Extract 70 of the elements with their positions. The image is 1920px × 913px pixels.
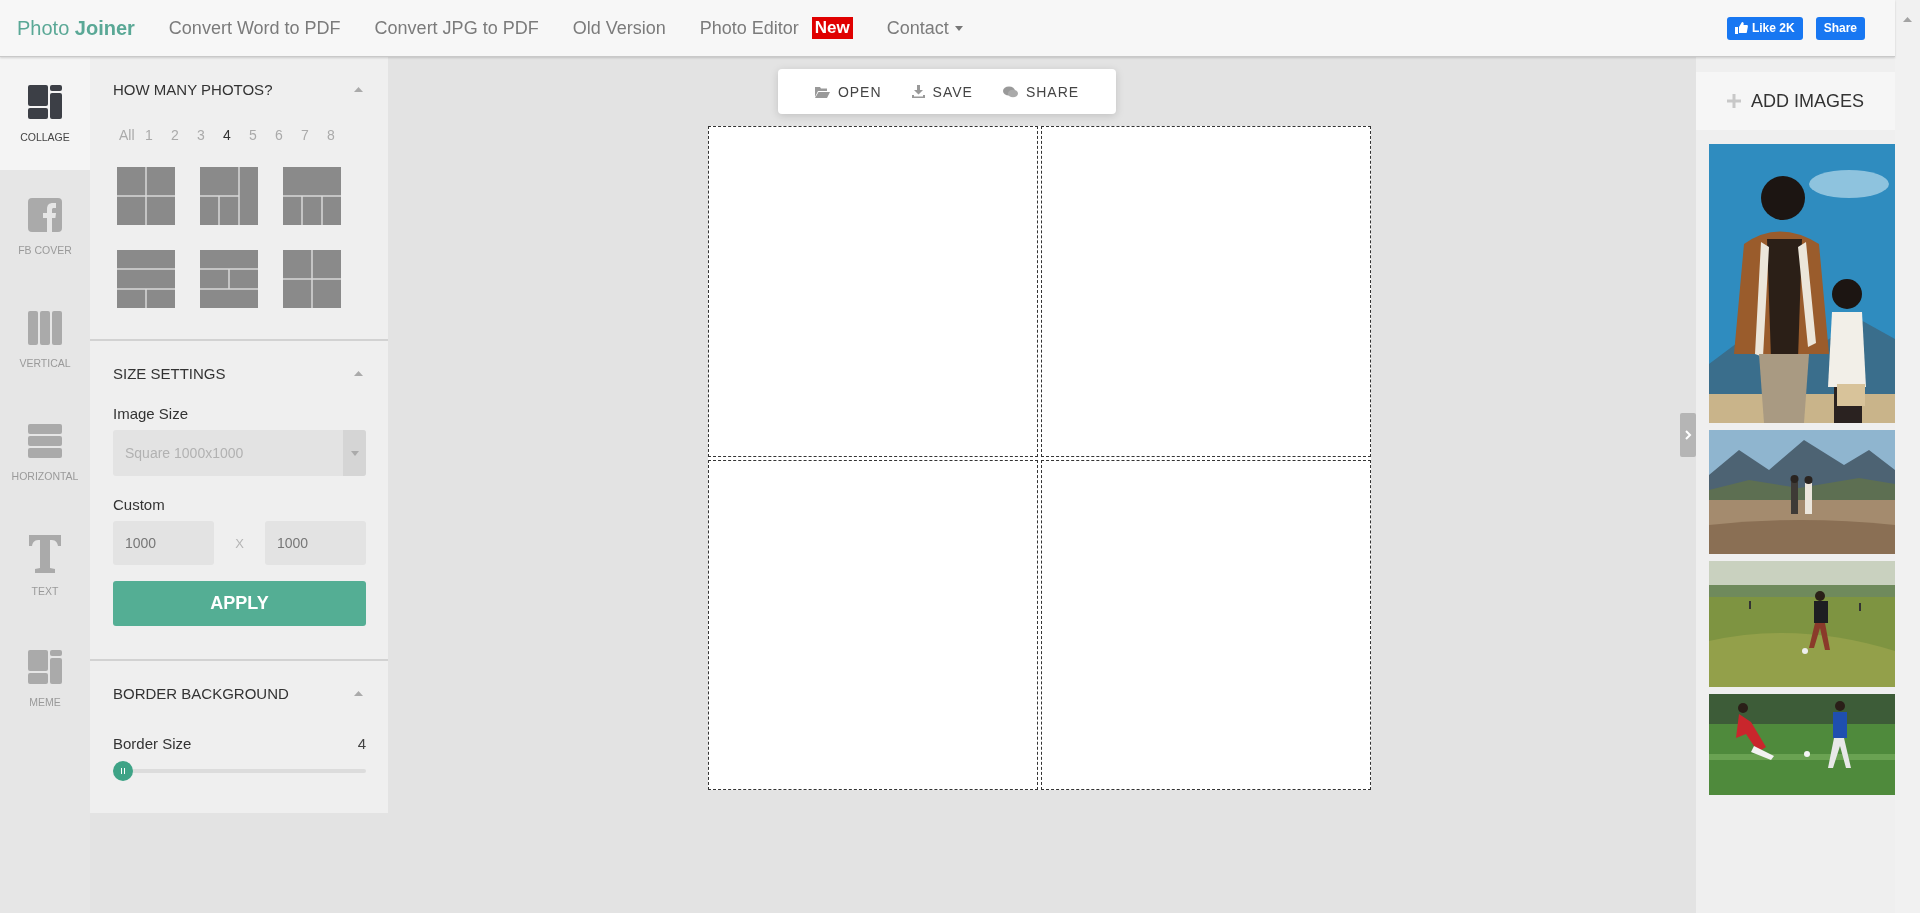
collapse-panel-tab[interactable] xyxy=(1680,413,1696,457)
text-icon xyxy=(28,534,62,573)
sidebar-tab[interactable]: MEME xyxy=(0,622,90,735)
share-button[interactable]: Share xyxy=(1815,16,1865,40)
photo-count-option[interactable]: 4 xyxy=(223,127,249,143)
photo-slot[interactable] xyxy=(708,126,1038,457)
new-badge: New xyxy=(811,17,853,39)
slider-thumb[interactable] xyxy=(113,761,133,781)
nav-link[interactable]: Old Version xyxy=(572,17,666,39)
photo-slot[interactable] xyxy=(1041,126,1371,457)
photo-slot[interactable] xyxy=(1041,459,1371,790)
photo-count-option[interactable]: 1 xyxy=(145,127,171,143)
nav-link[interactable]: Contact xyxy=(886,17,963,39)
photo-count-option[interactable]: All xyxy=(119,127,145,143)
photo-count-option[interactable]: 3 xyxy=(197,127,223,143)
scroll-up-arrow-icon[interactable] xyxy=(1903,17,1912,22)
photo-slot[interactable] xyxy=(708,459,1038,790)
section-title: HOW MANY PHOTOS? xyxy=(113,80,273,98)
field-label: Border Size xyxy=(113,735,192,752)
photo-count-option[interactable]: 8 xyxy=(327,127,353,143)
thumbs-up-icon xyxy=(1734,22,1748,34)
vertical-columns-icon xyxy=(28,310,62,345)
width-input[interactable]: 1000 xyxy=(113,521,214,565)
toolbar-button[interactable]: SHARE xyxy=(1000,79,1082,104)
field-label: Custom xyxy=(113,496,166,513)
meme-layout-icon xyxy=(28,649,62,684)
height-input[interactable]: 1000 xyxy=(265,521,366,565)
horizontal-rows-icon xyxy=(28,423,62,458)
times-separator: X xyxy=(235,535,244,551)
section-title: BORDER BACKGROUND xyxy=(113,684,289,702)
sidebar-tab[interactable]: HORIZONTAL xyxy=(0,396,90,509)
field-label: Image Size xyxy=(113,405,190,422)
caret-icon xyxy=(954,26,963,32)
toolbar-button[interactable]: OPEN xyxy=(812,79,884,104)
section-title: SIZE SETTINGS xyxy=(113,364,226,382)
download-icon xyxy=(911,85,925,98)
layout-template-icon[interactable] xyxy=(283,250,341,308)
plus-icon xyxy=(1727,94,1741,108)
photo-count-option[interactable]: 5 xyxy=(249,127,275,143)
add-images-button[interactable]: ADD IMAGES xyxy=(1696,72,1895,130)
nav-link[interactable]: Photo Editor xyxy=(699,17,799,39)
sidebar-tab[interactable]: VERTICAL xyxy=(0,283,90,396)
layout-template-icon[interactable] xyxy=(200,167,258,225)
dropdown-caret-icon xyxy=(350,450,359,456)
apply-button[interactable]: APPLY xyxy=(113,581,366,626)
layout-template-icon[interactable] xyxy=(117,167,175,225)
collapse-caret-icon[interactable] xyxy=(354,86,363,92)
nav-link[interactable]: Convert Word to PDF xyxy=(168,17,341,39)
collapse-caret-icon[interactable] xyxy=(354,690,363,696)
scrollbar[interactable] xyxy=(1895,0,1920,913)
nav-link[interactable]: Convert JPG to PDF xyxy=(374,17,539,39)
layout-template-icon[interactable] xyxy=(283,167,341,225)
site-logo[interactable]: Photo Joiner xyxy=(17,16,135,40)
folder-icon xyxy=(814,85,830,98)
layout-template-icon[interactable] xyxy=(117,250,175,308)
sidebar-tab[interactable]: FB COVER xyxy=(0,170,90,283)
speech-bubbles-icon xyxy=(1002,85,1018,98)
collage-icon xyxy=(28,84,62,119)
border-size-slider[interactable] xyxy=(113,760,366,782)
toolbar-button[interactable]: SAVE xyxy=(909,79,975,104)
sidebar-tab[interactable]: TEXT xyxy=(0,509,90,622)
border-size-value: 4 xyxy=(357,735,366,752)
photo-count-option[interactable]: 6 xyxy=(275,127,301,143)
layout-template-icon[interactable] xyxy=(200,250,258,308)
collapse-caret-icon[interactable] xyxy=(354,370,363,376)
facebook-icon xyxy=(28,197,62,232)
photo-count-option[interactable]: 7 xyxy=(301,127,327,143)
like-button[interactable]: Like 2K xyxy=(1726,16,1803,40)
photo-count-option[interactable]: 2 xyxy=(171,127,197,143)
sidebar-tab[interactable]: COLLAGE xyxy=(0,57,90,170)
